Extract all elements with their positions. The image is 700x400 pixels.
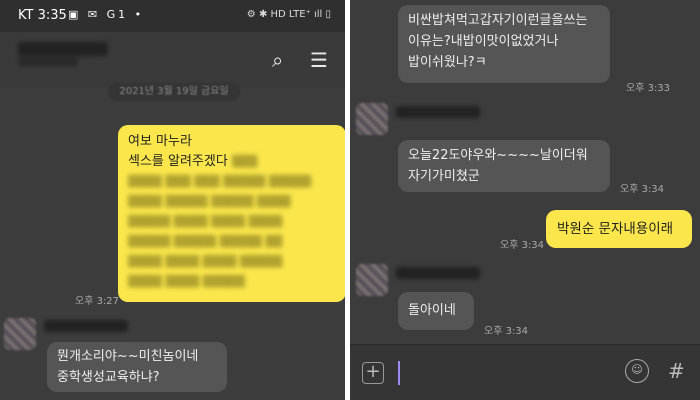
status-bar: KT 3:35 ▣ ✉ G1 • ⚙ ✱ HD LTE⁺ ıll ▯: [0, 0, 345, 32]
status-carrier-time: KT 3:35: [18, 8, 67, 23]
redacted-contact-name: [44, 320, 128, 332]
carrier: KT: [18, 8, 34, 23]
blurred-text: ▒▒▒▒▒ ▒▒▒▒ ▒▒▒▒ ▒▒▒▒: [128, 215, 283, 228]
menu-icon[interactable]: ☰: [310, 48, 328, 72]
message-line: 섹스를 알려주겠다 ▒▒▒: [128, 152, 336, 172]
message-line: 여보 마누라: [128, 134, 192, 149]
message-time: 오후 3:27: [75, 296, 120, 307]
blurred-text: ▒▒▒▒ ▒▒▒▒ ▒▒▒▒▒: [128, 275, 245, 288]
redacted-contact-name: [396, 106, 480, 118]
message-text: 섹스를 알려주겠다: [128, 154, 228, 169]
message-line: 밥이쉬웠나?ㅋ: [408, 55, 487, 70]
message-line: 이유는?내밥이맛이없었거나: [408, 34, 559, 49]
message-bubble-received[interactable]: 오늘22도야우와~~~~날이더워 자기가미쳤군: [398, 140, 610, 192]
text-cursor[interactable]: [398, 361, 400, 385]
redacted-contact-name: [18, 42, 108, 56]
contact-avatar[interactable]: [356, 103, 388, 135]
blurred-text: ▒▒▒▒ ▒▒▒▒ ▒▒▒▒ ▒▒▒▒▒: [128, 255, 283, 268]
plus-icon[interactable]: +: [362, 362, 384, 384]
message-bubble-received[interactable]: 뭔개소리야~~미친놈이네 중학생성교육하냐?: [47, 342, 227, 392]
message-bubble-received[interactable]: 비싼밥쳐먹고갑자기이런글을쓰는 이유는?내밥이맛이없었거나 밥이쉬웠나?ㅋ: [398, 5, 610, 83]
message-time: 오후 3:34: [620, 184, 665, 195]
emoji-icon[interactable]: ☺: [625, 359, 649, 383]
blurred-text: ▒▒▒: [231, 155, 258, 168]
message-time: 오후 3:34: [500, 240, 545, 251]
message-input-bar: + ☺ #: [350, 344, 700, 400]
status-system-icons: ⚙ ✱ HD LTE⁺ ıll ▯: [246, 9, 331, 20]
search-icon[interactable]: ⌕: [272, 48, 283, 72]
hash-icon[interactable]: #: [668, 359, 685, 383]
message-line: 비싼밥쳐먹고갑자기이런글을쓰는: [408, 13, 588, 28]
message-time: 오후 3:34: [484, 326, 529, 337]
chat-header: ⌕ ☰: [0, 32, 345, 88]
message-line: 자기가미쳤군: [408, 169, 480, 184]
redacted-contact-name: [396, 267, 480, 279]
message-time: 오후 3:33: [626, 83, 671, 94]
date-divider: 2021년 3월 19일 금요일: [108, 83, 240, 101]
message-line: 중학생성교육하냐?: [57, 370, 160, 385]
contact-avatar[interactable]: [4, 318, 36, 350]
left-chat-screenshot: KT 3:35 ▣ ✉ G1 • ⚙ ✱ HD LTE⁺ ıll ▯ ⌕ ☰ 2…: [0, 0, 345, 400]
status-time: 3:35: [37, 8, 67, 23]
message-bubble-sent[interactable]: 여보 마누라 섹스를 알려주겠다 ▒▒▒ ▒▒▒▒ ▒▒▒ ▒▒▒ ▒▒▒▒▒ …: [118, 125, 345, 302]
right-chat-screenshot: 비싼밥쳐먹고갑자기이런글을쓰는 이유는?내밥이맛이없었거나 밥이쉬웠나?ㅋ 오후…: [350, 0, 700, 400]
blurred-text: ▒▒▒▒ ▒▒▒ ▒▒▒ ▒▒▒▒▒ ▒▒▒▒▒: [128, 175, 312, 188]
message-line: 오늘22도야우와~~~~날이더워: [408, 148, 588, 163]
status-notification-icons: ▣ ✉ G1 •: [68, 8, 145, 21]
contact-avatar[interactable]: [356, 264, 388, 296]
blurred-text: ▒▒▒▒ ▒▒▒▒▒ ▒▒▒▒▒ ▒▒▒▒: [128, 195, 291, 208]
redacted-contact-sub: [18, 56, 78, 66]
message-text: 돌아이네: [408, 303, 456, 318]
message-line: 뭔개소리야~~미친놈이네: [57, 349, 199, 364]
message-bubble-sent[interactable]: 박원순 문자내용이래: [546, 210, 692, 248]
blurred-text: ▒▒▒▒▒ ▒▒▒▒▒ ▒▒▒▒▒ ▒▒: [128, 235, 283, 248]
message-text: 박원순 문자내용이래: [557, 221, 674, 237]
message-bubble-received[interactable]: 돌아이네: [398, 292, 474, 330]
